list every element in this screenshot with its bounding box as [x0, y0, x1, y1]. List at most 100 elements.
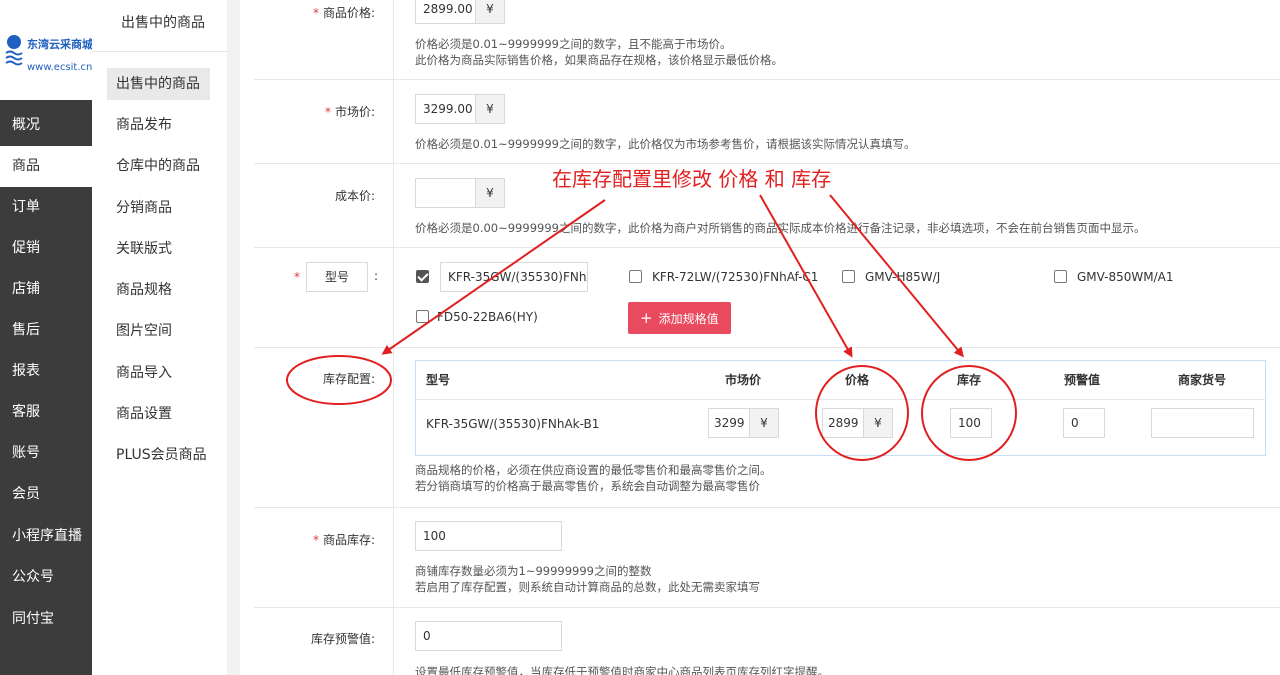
form-row-price: * 商品价格: 2899.00 ¥ 价格必须是0.01~9999999之间的数字，…: [254, 0, 1280, 80]
nav-item-promotions[interactable]: 促销: [0, 228, 92, 269]
label-column: * 市场价:: [254, 80, 394, 163]
stock-hint-line2: 若启用了库存配置，则系统自动计算商品的总数，此处无需卖家填写: [415, 580, 760, 594]
price-input-value: 2899.00: [423, 2, 473, 16]
col-header-model: 型号: [426, 373, 451, 387]
row-sku-input[interactable]: [1151, 408, 1254, 438]
logo[interactable]: 东湾云采商城 www.ecsit.cn: [0, 0, 93, 100]
cost-price-input[interactable]: ¥: [415, 178, 505, 208]
model-option-2-checkbox[interactable]: [629, 270, 642, 283]
sub-nav: 出售中的商品 出售中的商品 商品发布 仓库中的商品 分销商品 关联版式 商品规格…: [92, 0, 227, 675]
stock-config-label: 库存配置:: [322, 372, 375, 386]
nav-item-after-sales[interactable]: 售后: [0, 310, 92, 351]
stock-input[interactable]: 100: [415, 521, 562, 551]
model-label-input[interactable]: 型号: [306, 262, 368, 292]
sub-item-plus-member[interactable]: PLUS会员商品: [107, 439, 210, 471]
row-price-value: 2899: [828, 416, 859, 430]
nav-item-orders[interactable]: 订单: [0, 187, 92, 228]
model-option-3-checkbox[interactable]: [842, 270, 855, 283]
form-row-market-price: * 市场价: 3299.00 ¥ 价格必须是0.01~9999999之间的数字，此…: [254, 80, 1280, 164]
label-column: * 商品库存:: [254, 508, 394, 607]
sub-item-image-space[interactable]: 图片空间: [107, 315, 210, 347]
form-row-stock-warning: 库存预警值: 0 设置最低库存预警值，当库存低于预警值时商家中心商品列表页库存列…: [254, 608, 1280, 675]
nav-item-overview[interactable]: 概况: [0, 105, 92, 146]
stock-warning-hint: 设置最低库存预警值，当库存低于预警值时商家中心商品列表页库存列红字提醒。: [415, 665, 829, 675]
model-option-4-checkbox[interactable]: [1054, 270, 1067, 283]
model-colon: :: [374, 269, 379, 283]
col-header-sku: 商家货号: [1178, 373, 1227, 387]
market-price-unit: ¥: [475, 95, 504, 123]
nav-item-shop[interactable]: 店铺: [0, 269, 92, 310]
sub-item-import[interactable]: 商品导入: [107, 357, 210, 389]
stock-config-hint-line2: 若分销商填写的价格高于最高零售价，系统会自动调整为最高零售价: [415, 479, 760, 493]
row-price-input[interactable]: 2899 ¥: [822, 408, 893, 438]
cost-price-unit: ¥: [475, 179, 504, 207]
logo-url: www.ecsit.cn: [27, 62, 93, 73]
form-row-stock: * 商品库存: 100 商铺库存数量必须为1~99999999之间的整数 若启用了…: [254, 508, 1280, 608]
price-label: * 商品价格:: [313, 4, 375, 21]
market-price-label: * 市场价:: [325, 103, 375, 120]
plus-icon: +: [640, 309, 653, 327]
price-input[interactable]: 2899.00 ¥: [415, 0, 505, 24]
main-nav: 东湾云采商城 www.ecsit.cn 概况 商品 订单 促销 店铺 售后 报表…: [0, 0, 93, 675]
logo-icon: [5, 35, 23, 66]
market-price-input[interactable]: 3299.00 ¥: [415, 94, 505, 124]
label-column: 库存配置:: [254, 348, 394, 507]
nav-item-account[interactable]: 账号: [0, 433, 92, 474]
label-column: * 型号 :: [254, 248, 394, 347]
col-header-price: 价格: [845, 373, 870, 387]
price-unit: ¥: [475, 0, 504, 23]
model-option-1-checkbox[interactable]: [416, 270, 429, 283]
nav-item-customer-service[interactable]: 客服: [0, 392, 92, 433]
sub-item-publish[interactable]: 商品发布: [107, 109, 210, 141]
cost-price-hint: 价格必须是0.00~9999999之间的数字，此价格为商户对所销售的商品实际成本…: [415, 221, 1146, 235]
model-option-1-input[interactable]: KFR-35GW/(35530)FNhAk-B1: [440, 262, 588, 292]
form-row-model: * 型号 : KFR-35GW/(35530)FNhAk-B1 KFR-72LW…: [254, 248, 1280, 348]
stock-hint-line1: 商铺库存数量必须为1~99999999之间的整数: [415, 564, 652, 578]
price-hint: 价格必须是0.01~9999999之间的数字，且不能高于市场价。 此价格为商品实…: [415, 36, 783, 68]
model-option-5-checkbox[interactable]: [416, 310, 429, 323]
annotation-text: 在库存配置里修改 价格 和 库存: [552, 167, 832, 191]
col-header-stock: 库存: [957, 373, 982, 387]
model-option-4-label: GMV-850WM/A1: [1077, 270, 1174, 284]
nav-item-miniprogram-live[interactable]: 小程序直播: [0, 516, 92, 557]
table-divider: [416, 399, 1265, 400]
market-price-label-text: 市场价:: [334, 105, 375, 119]
label-column: 成本价:: [254, 164, 394, 247]
label-column: * 商品价格:: [254, 0, 394, 79]
required-mark: *: [324, 105, 331, 119]
add-spec-value-button[interactable]: + 添加规格值: [628, 302, 731, 334]
nav-item-reports[interactable]: 报表: [0, 351, 92, 392]
price-hint-line1: 价格必须是0.01~9999999之间的数字，且不能高于市场价。: [415, 37, 732, 51]
sub-item-specs[interactable]: 商品规格: [107, 274, 210, 306]
nav-item-products[interactable]: 商品: [0, 146, 92, 187]
market-price-input-value: 3299.00: [423, 102, 473, 116]
row-market-price-unit: ¥: [749, 409, 778, 437]
sub-item-on-sale[interactable]: 出售中的商品: [107, 68, 210, 100]
row-stock-input[interactable]: 100: [950, 408, 992, 438]
col-header-warning: 预警值: [1064, 373, 1101, 387]
app: 东湾云采商城 www.ecsit.cn 概况 商品 订单 促销 店铺 售后 报表…: [0, 0, 1280, 675]
col-header-market-price: 市场价: [725, 373, 762, 387]
sub-item-settings[interactable]: 商品设置: [107, 398, 210, 430]
market-price-hint: 价格必须是0.01~9999999之间的数字，此价格仅为市场参考售价，请根据该实…: [415, 137, 916, 151]
row-warning-input[interactable]: 0: [1063, 408, 1105, 438]
price-label-text: 商品价格:: [322, 6, 375, 20]
sub-item-distribution[interactable]: 分销商品: [107, 192, 210, 224]
price-hint-line2: 此价格为商品实际销售价格，如果商品存在规格，该价格显示最低价格。: [415, 53, 783, 67]
stock-hint: 商铺库存数量必须为1~99999999之间的整数 若启用了库存配置，则系统自动计…: [415, 563, 760, 595]
row-price-unit: ¥: [863, 409, 892, 437]
row-market-price-input[interactable]: 3299 ¥: [708, 408, 779, 438]
sub-item-warehouse[interactable]: 仓库中的商品: [107, 150, 210, 182]
form-row-stock-config: 库存配置: 型号 市场价 价格 库存 预警值 商家货号 KFR-35GW/(35…: [254, 348, 1280, 508]
row-model: KFR-35GW/(35530)FNhAk-B1: [426, 417, 600, 431]
label-column: 库存预警值:: [254, 608, 394, 675]
sub-nav-title: 出售中的商品: [92, 0, 227, 52]
required-mark: *: [294, 270, 300, 284]
stock-warning-input[interactable]: 0: [415, 621, 562, 651]
nav-item-official-account[interactable]: 公众号: [0, 557, 92, 598]
nav-item-tongfubao[interactable]: 同付宝: [0, 599, 92, 640]
nav-item-members[interactable]: 会员: [0, 474, 92, 515]
sub-item-related-layout[interactable]: 关联版式: [107, 233, 210, 265]
row-market-price-value: 3299: [714, 416, 745, 430]
required-mark: *: [312, 533, 319, 547]
